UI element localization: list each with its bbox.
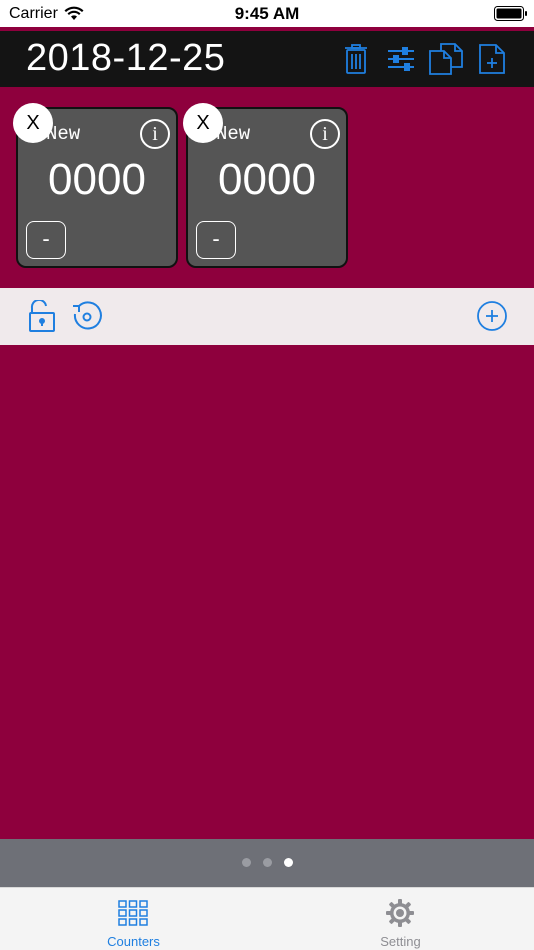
- unlock-icon: [29, 300, 55, 332]
- sliders-icon: [388, 47, 414, 71]
- grid-icon: [118, 898, 148, 928]
- add-circle-icon: [477, 301, 507, 331]
- decrement-button[interactable]: -: [196, 221, 236, 259]
- reset-icon: [73, 301, 102, 330]
- reset-button[interactable]: [70, 299, 104, 333]
- delete-counter-button[interactable]: X: [183, 103, 223, 143]
- header-bar: 2018-12-25: [0, 31, 534, 87]
- tab-bar: Counters Setting: [0, 887, 534, 950]
- page-dot-active[interactable]: [283, 858, 293, 867]
- tab-counters[interactable]: Counters: [0, 888, 267, 950]
- copy-icon: [429, 43, 463, 75]
- clock-label: 9:45 AM: [234, 4, 300, 23]
- delete-counter-button[interactable]: X: [13, 103, 53, 143]
- counter-value[interactable]: 0000: [188, 155, 346, 205]
- page-dot[interactable]: [241, 858, 251, 867]
- add-counter-button[interactable]: [475, 299, 509, 333]
- page-dot[interactable]: [262, 858, 272, 867]
- date-title[interactable]: 2018-12-25: [26, 37, 225, 80]
- tab-label: Counters: [107, 934, 160, 949]
- tab-label: Setting: [380, 934, 421, 949]
- empty-content-area: [0, 345, 534, 839]
- page-control[interactable]: [0, 839, 534, 887]
- trash-icon: [345, 44, 367, 74]
- info-button[interactable]: i: [310, 119, 340, 149]
- battery-icon: [494, 6, 527, 21]
- gear-icon: [385, 898, 415, 928]
- lock-toggle-button[interactable]: [25, 299, 59, 333]
- adjust-button[interactable]: [383, 40, 419, 78]
- info-button[interactable]: i: [140, 119, 170, 149]
- copy-button[interactable]: [428, 40, 464, 78]
- status-bar: Carrier 9:45 AM: [0, 0, 534, 27]
- new-document-icon: [479, 44, 505, 74]
- decrement-button[interactable]: -: [26, 221, 66, 259]
- delete-all-button[interactable]: [338, 40, 374, 78]
- tab-setting[interactable]: Setting: [267, 888, 534, 950]
- counter-value[interactable]: 0000: [18, 155, 176, 205]
- page-dots: [0, 858, 534, 867]
- new-counter-button[interactable]: [474, 40, 510, 78]
- toolbar: [0, 288, 534, 345]
- counters-area: New i 0000 - X New i 0000 - X: [0, 87, 534, 288]
